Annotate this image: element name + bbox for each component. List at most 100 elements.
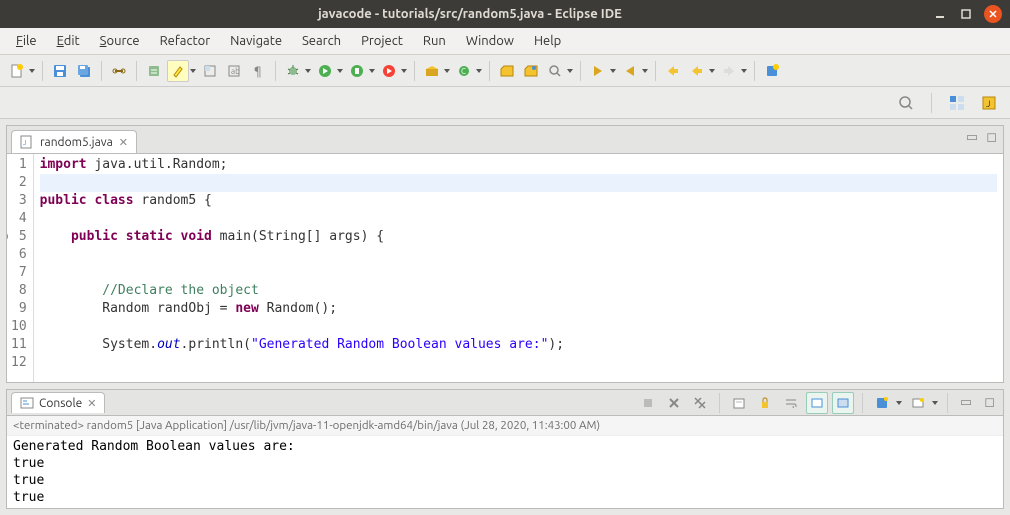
scroll-lock-icon[interactable] (754, 392, 776, 414)
maximize-view-icon[interactable]: ◻ (986, 130, 997, 145)
dropdown-icon[interactable] (641, 69, 649, 73)
run-last-icon[interactable] (378, 60, 400, 82)
editor-tab[interactable]: J random5.java ✕ (11, 130, 137, 153)
open-perspective-icon[interactable]: J (978, 92, 1000, 114)
show-whitespace-icon[interactable]: ab (223, 60, 245, 82)
code-line[interactable] (40, 264, 997, 282)
menu-navigate[interactable]: Navigate (220, 30, 292, 52)
menu-search[interactable]: Search (292, 30, 351, 52)
display-selected-icon[interactable] (907, 392, 929, 414)
word-wrap-icon[interactable] (780, 392, 802, 414)
prev-annotation-icon[interactable] (619, 60, 641, 82)
code-content[interactable]: import java.util.Random; public class ran… (34, 154, 1003, 382)
code-line[interactable]: Random randObj = new Random(); (40, 300, 997, 318)
window-titlebar: javacode - tutorials/src/random5.java - … (0, 0, 1010, 28)
code-line[interactable]: System.out.println("Generated Random Boo… (40, 336, 997, 354)
code-line[interactable]: public static void main(String[] args) { (40, 228, 997, 246)
dropdown-icon[interactable] (189, 69, 197, 73)
console-icon (20, 396, 34, 410)
minimize-view-icon[interactable]: ▭ (966, 130, 978, 145)
code-line[interactable] (40, 318, 997, 336)
perspective-java-icon[interactable] (946, 92, 968, 114)
dropdown-icon[interactable] (609, 69, 617, 73)
line-number: 2 (11, 174, 27, 192)
tab-close-icon[interactable]: ✕ (87, 397, 96, 410)
dropdown-icon[interactable] (895, 401, 903, 405)
forward-icon[interactable] (718, 60, 740, 82)
code-editor[interactable]: 123456789101112 import java.util.Random;… (7, 154, 1003, 382)
menu-project[interactable]: Project (351, 30, 413, 52)
menu-file[interactable]: File (6, 30, 47, 52)
debug-icon[interactable] (282, 60, 304, 82)
line-number: 12 (11, 354, 27, 372)
dropdown-icon[interactable] (28, 69, 36, 73)
new-class-icon[interactable]: C (453, 60, 475, 82)
highlight-icon[interactable] (167, 60, 189, 82)
minimize-button[interactable] (932, 6, 948, 22)
remove-launch-icon[interactable] (663, 392, 685, 414)
dropdown-icon[interactable] (475, 69, 483, 73)
java-file-icon: J (20, 135, 34, 149)
open-type-icon[interactable] (496, 60, 518, 82)
dropdown-icon[interactable] (368, 69, 376, 73)
menu-run[interactable]: Run (413, 30, 456, 52)
menu-help[interactable]: Help (524, 30, 571, 52)
code-line[interactable] (40, 354, 997, 372)
console-line: true (13, 455, 997, 472)
show-console-icon[interactable] (806, 392, 828, 414)
code-line[interactable]: //Declare the object (40, 282, 997, 300)
show-standard-out-icon[interactable] (832, 392, 854, 414)
menu-refactor[interactable]: Refactor (150, 30, 221, 52)
line-number: 11 (11, 336, 27, 354)
save-icon[interactable] (49, 60, 71, 82)
tab-close-icon[interactable]: ✕ (119, 136, 128, 149)
code-line[interactable] (40, 210, 997, 228)
toggle-mark-icon[interactable] (143, 60, 165, 82)
clear-console-icon[interactable] (728, 392, 750, 414)
window-controls (932, 5, 1002, 23)
dropdown-icon[interactable] (304, 69, 312, 73)
block-sel-icon[interactable] (199, 60, 221, 82)
code-line[interactable]: public class random5 { (40, 192, 997, 210)
open-task-icon[interactable] (520, 60, 542, 82)
pin-icon[interactable] (761, 60, 783, 82)
remove-all-icon[interactable] (689, 392, 711, 414)
search-icon[interactable] (544, 60, 566, 82)
save-all-icon[interactable] (73, 60, 95, 82)
menu-source[interactable]: Source (90, 30, 150, 52)
maximize-view-icon[interactable]: ◻ (980, 395, 999, 410)
svg-text:¶: ¶ (254, 65, 262, 78)
next-annotation-icon[interactable] (587, 60, 609, 82)
code-line[interactable]: import java.util.Random; (40, 156, 997, 174)
svg-text:J: J (986, 99, 990, 109)
last-edit-icon[interactable] (662, 60, 684, 82)
dropdown-icon[interactable] (443, 69, 451, 73)
minimize-view-icon[interactable]: ▭ (956, 395, 976, 410)
console-line: true (13, 472, 997, 489)
dropdown-icon[interactable] (400, 69, 408, 73)
console-output[interactable]: Generated Random Boolean values are:true… (7, 436, 1003, 508)
menu-edit[interactable]: Edit (47, 30, 90, 52)
maximize-button[interactable] (958, 6, 974, 22)
terminate-icon[interactable] (637, 392, 659, 414)
console-tab[interactable]: Console ✕ (11, 392, 105, 413)
dropdown-icon[interactable] (740, 69, 748, 73)
line-number: 1 (11, 156, 27, 174)
back-icon[interactable] (686, 60, 708, 82)
dropdown-icon[interactable] (566, 69, 574, 73)
close-button[interactable] (984, 5, 1002, 23)
new-icon[interactable] (6, 60, 28, 82)
code-line[interactable] (40, 246, 997, 264)
new-package-icon[interactable] (421, 60, 443, 82)
dropdown-icon[interactable] (931, 401, 939, 405)
dropdown-icon[interactable] (708, 69, 716, 73)
menu-window[interactable]: Window (456, 30, 524, 52)
coverage-icon[interactable] (346, 60, 368, 82)
link-icon[interactable] (108, 60, 130, 82)
dropdown-icon[interactable] (336, 69, 344, 73)
code-line[interactable] (40, 174, 997, 192)
pilcrow-icon[interactable]: ¶ (247, 60, 269, 82)
quick-access-icon[interactable] (895, 92, 917, 114)
pin-console-icon[interactable] (871, 392, 893, 414)
run-icon[interactable] (314, 60, 336, 82)
